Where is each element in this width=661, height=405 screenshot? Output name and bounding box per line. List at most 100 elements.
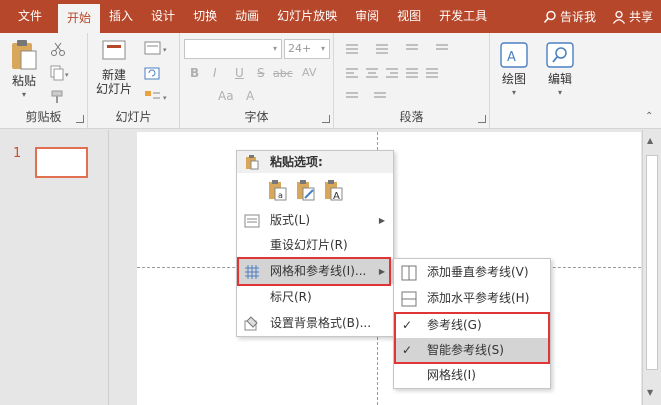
cut-icon[interactable] xyxy=(50,41,66,57)
font-group-label: 字体 xyxy=(244,110,269,124)
submenu-item-add-horizontal-guide[interactable]: 添加水平参考线(H) xyxy=(394,286,550,311)
editing-label: 编辑 xyxy=(547,72,572,86)
tab-file[interactable]: 文件 xyxy=(0,0,58,33)
slide-number: 1 xyxy=(13,146,22,161)
use-destination-theme-icon[interactable]: a xyxy=(267,179,289,201)
tab-insert[interactable]: 插入 xyxy=(100,0,142,33)
font-size-dropdown[interactable]: 24+ ▾ xyxy=(284,39,330,59)
clipboard-group-label: 剪贴板 xyxy=(25,110,62,124)
underline-button[interactable]: U xyxy=(235,66,244,80)
vertical-scrollbar[interactable]: ▲ ▼ xyxy=(642,130,661,405)
font-color-button[interactable]: A xyxy=(246,89,254,103)
person-icon xyxy=(612,10,626,24)
svg-text:A: A xyxy=(333,191,340,201)
new-slide-icon xyxy=(102,40,126,60)
slide-thumbnail[interactable] xyxy=(35,147,88,178)
search-icon xyxy=(543,10,556,23)
menu-item-label: 重设幻灯片(R) xyxy=(270,238,348,252)
keep-source-formatting-icon[interactable] xyxy=(295,179,317,201)
tab-view[interactable]: 视图 xyxy=(388,0,430,33)
new-slide-label-2: 幻灯片 xyxy=(95,82,132,96)
new-slide-label-1: 新建 xyxy=(101,68,126,82)
svg-text:a: a xyxy=(278,191,283,200)
paragraph-group: 段落 xyxy=(334,33,490,129)
paste-label: 粘贴 xyxy=(11,74,36,88)
font-name-dropdown[interactable]: ▾ xyxy=(184,39,282,59)
highlight-box-guides-items xyxy=(394,312,550,364)
strikethrough-button[interactable]: abc xyxy=(273,67,293,80)
paragraph-buttons-icon[interactable] xyxy=(344,41,484,101)
change-case-button[interactable]: Aa xyxy=(218,89,234,103)
svg-text:▾: ▾ xyxy=(163,46,167,54)
char-spacing-button[interactable]: AV xyxy=(302,66,316,79)
paste-options-title: 粘贴选项: xyxy=(270,155,323,169)
menu-item-ruler[interactable]: 标尺(R) xyxy=(237,285,393,310)
reset-icon[interactable] xyxy=(144,65,160,81)
layout-menu-icon xyxy=(244,214,260,228)
context-menu: 粘贴选项: a A 版式(L) ▶ 重设幻灯片(R) 网格和参考线(I)... … xyxy=(236,150,394,337)
shadow-button[interactable]: S xyxy=(257,66,265,80)
svg-text:▾: ▾ xyxy=(163,94,167,102)
paste-options-header: 粘贴选项: xyxy=(237,151,393,173)
tell-me-label: 告诉我 xyxy=(559,10,596,24)
highlight-box-grid-item xyxy=(237,257,391,286)
format-background-icon xyxy=(244,316,258,331)
drawing-group: A 绘图 ▾ xyxy=(490,33,536,129)
menu-item-reset-slide[interactable]: 重设幻灯片(R) xyxy=(237,233,393,258)
tab-design[interactable]: 设计 xyxy=(142,0,184,33)
submenu-item-gridlines[interactable]: 网格线(I) xyxy=(394,363,550,388)
paragraph-group-label: 段落 xyxy=(399,110,424,124)
editing-button[interactable]: 编辑 ▾ xyxy=(542,41,578,100)
drawing-button[interactable]: A 绘图 ▾ xyxy=(496,41,532,100)
scrollbar-thumb[interactable] xyxy=(646,155,658,370)
paste-option-buttons: a A xyxy=(267,179,345,201)
shapes-icon: A xyxy=(500,42,528,68)
submenu-item-label: 添加水平参考线(H) xyxy=(427,291,530,305)
collapse-ribbon-icon[interactable]: ⌃ xyxy=(645,111,653,122)
keep-text-only-icon[interactable]: A xyxy=(323,179,345,201)
submenu-item-label: 网格线(I) xyxy=(427,368,476,382)
drawing-label: 绘图 xyxy=(501,72,526,86)
bold-button[interactable]: B xyxy=(190,66,199,80)
share-button[interactable]: 共享 xyxy=(604,8,661,25)
clipboard-group: 粘贴 ▾ ▾ 剪贴板 xyxy=(0,33,88,129)
tab-developer[interactable]: 开发工具 xyxy=(430,0,496,33)
layout-icon[interactable]: ▾ xyxy=(144,41,170,55)
section-icon[interactable]: ▾ xyxy=(144,89,170,105)
submenu-item-add-vertical-guide[interactable]: 添加垂直参考线(V) xyxy=(394,260,550,285)
find-icon xyxy=(546,42,574,68)
tab-slideshow[interactable]: 幻灯片放映 xyxy=(268,0,346,33)
paste-button[interactable]: 粘贴 ▾ xyxy=(8,39,40,102)
scroll-up-icon[interactable]: ▲ xyxy=(647,136,653,145)
slides-group-label: 幻灯片 xyxy=(115,110,152,124)
new-slide-button[interactable]: 新建 幻灯片 xyxy=(92,39,136,96)
ribbon: 粘贴 ▾ ▾ 剪贴板 新建 幻灯片 ▾ ▾ 幻灯片 ▾ 24+ ▾ B I U S… xyxy=(0,33,661,129)
menu-item-format-background[interactable]: 设置背景格式(B)... xyxy=(237,311,393,336)
font-size-value: 24+ xyxy=(288,42,312,55)
vertical-guide-icon xyxy=(401,265,417,281)
paste-icon xyxy=(12,40,37,70)
tab-transitions[interactable]: 切换 xyxy=(184,0,226,33)
submenu-item-label: 添加垂直参考线(V) xyxy=(427,265,529,279)
scroll-down-icon[interactable]: ▼ xyxy=(647,388,653,397)
menu-item-layout[interactable]: 版式(L) ▶ xyxy=(237,208,393,233)
copy-icon[interactable]: ▾ xyxy=(50,65,72,81)
menu-item-label: 标尺(R) xyxy=(270,290,312,304)
format-painter-icon[interactable] xyxy=(50,89,66,105)
submenu-arrow-icon: ▶ xyxy=(378,216,385,225)
ribbon-tab-bar: 文件 开始 插入 设计 切换 动画 幻灯片放映 审阅 视图 开发工具 告诉我 共… xyxy=(0,0,661,33)
font-launcher-icon[interactable] xyxy=(322,115,330,123)
paragraph-launcher-icon[interactable] xyxy=(478,115,486,123)
font-group: ▾ 24+ ▾ B I U S abc AV Aa A 字体 xyxy=(180,33,334,129)
slides-group: 新建 幻灯片 ▾ ▾ 幻灯片 xyxy=(88,33,180,129)
italic-button[interactable]: I xyxy=(213,66,217,80)
svg-text:▾: ▾ xyxy=(65,71,69,79)
svg-text:A: A xyxy=(507,50,516,65)
tab-animations[interactable]: 动画 xyxy=(226,0,268,33)
tell-me-box[interactable]: 告诉我 xyxy=(535,8,604,25)
tab-home[interactable]: 开始 xyxy=(58,4,101,33)
share-label: 共享 xyxy=(628,10,653,24)
clipboard-launcher-icon[interactable] xyxy=(76,115,84,123)
tab-review[interactable]: 审阅 xyxy=(346,0,388,33)
menu-item-label: 版式(L) xyxy=(270,213,311,227)
